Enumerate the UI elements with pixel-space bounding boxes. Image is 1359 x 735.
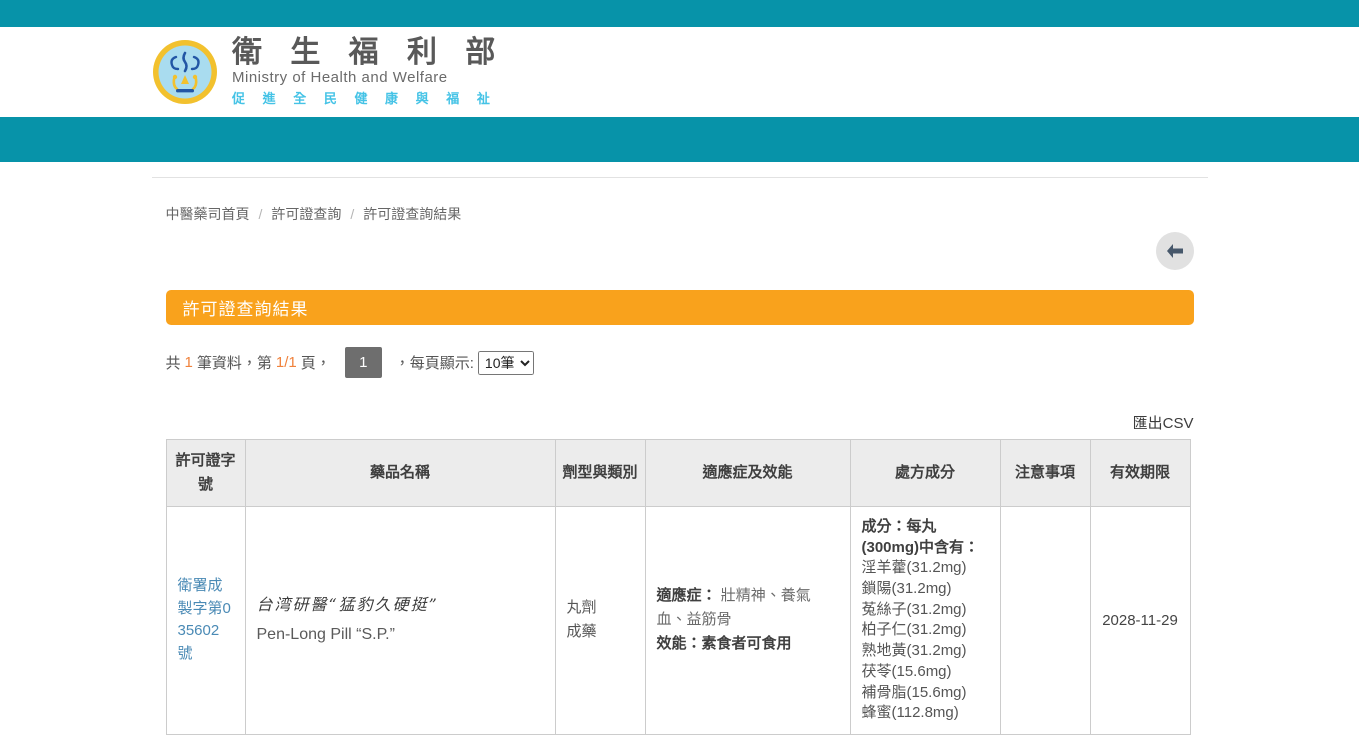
cell-precautions	[999, 506, 1091, 735]
breadcrumb-current: 許可證查詢結果	[363, 206, 462, 222]
cell-ingredients: 成分：每丸(300mg)中含有： 淫羊藿(31.2mg) 鎖陽(31.2mg) …	[849, 506, 1001, 735]
breadcrumb-query-link[interactable]: 許可證查詢	[271, 204, 341, 224]
ingredients-label: 成分：每丸(300mg)中含有：	[861, 518, 980, 556]
site-header: 衛 生 福 利 部 Ministry of Health and Welfare…	[0, 27, 1359, 117]
license-no-link[interactable]: 衛署成製字第035602號	[178, 577, 231, 662]
cell-license-no: 衛署成製字第035602號	[165, 506, 246, 735]
breadcrumb: 中醫藥司首頁 / 許可證查詢 / 許可證查詢結果	[166, 204, 1194, 224]
results-table: 許可證字號 藥品名稱 劑型與類別 適應症及效能 處方成分 注意事項 有效期限 衛…	[165, 439, 1191, 735]
section-banner: 許可證查詢結果	[165, 290, 1194, 325]
header-expiry: 有效期限	[1089, 439, 1191, 507]
per-page-select[interactable]: 10筆	[477, 350, 534, 375]
export-csv-link[interactable]: 匯出CSV	[1133, 415, 1194, 432]
divider	[151, 177, 1208, 178]
brand-title-zh: 衛 生 福 利 部	[232, 35, 506, 69]
header-ingredients: 處方成分	[849, 439, 1001, 507]
pagination-page-suffix: 頁，	[300, 355, 331, 372]
cell-indication: 適應症： 壯精神、養氣血、益筋骨 效能：素食者可食用	[644, 506, 851, 735]
header-dosage-form: 劑型與類別	[554, 439, 646, 507]
mohw-seal-icon	[153, 40, 217, 104]
brand-tagline: 促 進 全 民 健 康 與 福 祉	[232, 91, 497, 107]
breadcrumb-home-link[interactable]: 中醫藥司首頁	[166, 204, 250, 224]
indication-label: 適應症：	[656, 587, 717, 605]
page-1-button[interactable]: 1	[344, 347, 382, 378]
table-row: 衛署成製字第035602號 台湾研醫“猛豹久硬挺” Pen-Long Pill …	[165, 506, 1191, 735]
cell-drug-name: 台湾研醫“猛豹久硬挺” Pen-Long Pill “S.P.”	[244, 506, 556, 735]
breadcrumb-separator: /	[258, 206, 263, 222]
drug-category: 成藥	[566, 623, 597, 641]
back-button[interactable]	[1155, 232, 1194, 270]
cell-dosage-form: 丸劑 成藥	[554, 506, 646, 735]
header-license-no: 許可證字號	[165, 439, 246, 507]
pagination-total-count: 1	[184, 354, 193, 371]
pagination-total-mid: 筆資料，第	[196, 355, 272, 372]
header-indication: 適應症及效能	[644, 439, 851, 507]
header-drug-name: 藥品名稱	[244, 439, 556, 507]
top-teal-strip	[0, 0, 1359, 27]
drug-name-en: Pen-Long Pill “S.P.”	[256, 626, 395, 644]
drug-name-zh: 台湾研醫“猛豹久硬挺”	[256, 595, 439, 615]
pagination-bar: 共 1 筆資料，第 1/1 頁， 1 ，每頁顯示: 10筆	[166, 347, 1194, 378]
back-arrow-icon	[1166, 244, 1183, 258]
pagination-total-prefix: 共	[165, 355, 181, 372]
dosage-form: 丸劑	[566, 599, 597, 617]
table-header-row: 許可證字號 藥品名稱 劑型與類別 適應症及效能 處方成分 注意事項 有效期限	[165, 439, 1191, 507]
ingredients-list: 淫羊藿(31.2mg) 鎖陽(31.2mg) 菟絲子(31.2mg) 柏子仁(3…	[861, 559, 967, 722]
breadcrumb-separator: /	[350, 206, 355, 222]
main-nav-bar	[0, 117, 1359, 162]
efficacy-line: 效能：素食者可食用	[656, 635, 792, 653]
pagination-page-info: 1/1	[275, 354, 297, 371]
page-title: 許可證查詢結果	[182, 300, 309, 319]
cell-expiry: 2028-11-29	[1089, 506, 1191, 735]
header-precautions: 注意事項	[999, 439, 1091, 507]
per-page-label: ，每頁顯示:	[394, 355, 474, 372]
brand-title-en: Ministry of Health and Welfare	[232, 69, 448, 87]
